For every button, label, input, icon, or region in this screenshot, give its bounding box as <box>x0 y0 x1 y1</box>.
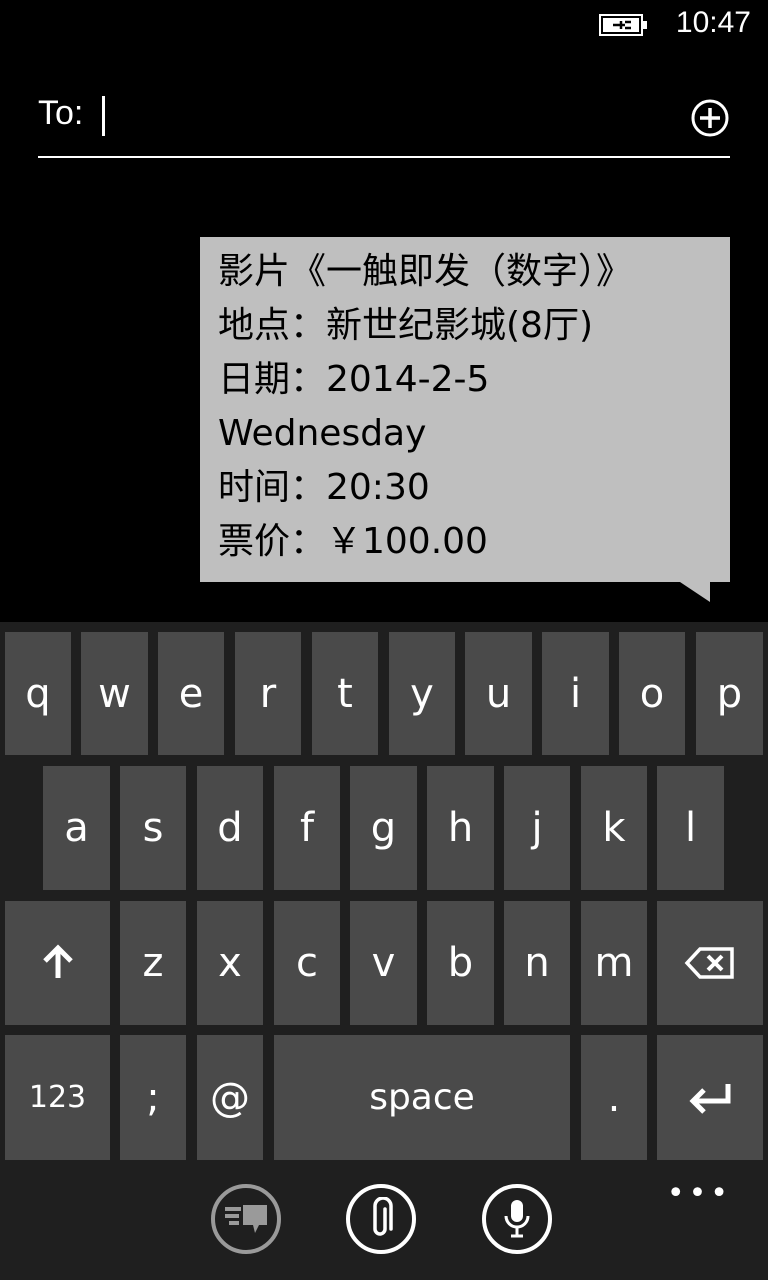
key-z[interactable]: z <box>120 901 186 1025</box>
more-options-button[interactable]: ••• <box>667 1176 732 1211</box>
battery-charging-icon <box>599 14 647 36</box>
message-line-date: 日期：2014-2-5 <box>218 359 490 400</box>
recipient-field-row: To: <box>38 90 730 158</box>
clock: 10:47 <box>675 6 751 39</box>
attach-icon <box>373 1197 393 1236</box>
message-line-location: 地点：新世纪影城(8厅) <box>218 305 593 346</box>
message-line-weekday: Wednesday <box>218 413 427 454</box>
key-c[interactable]: c <box>274 901 340 1025</box>
enter-key[interactable] <box>657 1035 763 1160</box>
key-o[interactable]: o <box>619 632 685 755</box>
numbers-key[interactable]: 123 <box>5 1035 110 1160</box>
message-bubble-tail <box>680 582 710 602</box>
switch-view-icon <box>225 1205 267 1233</box>
key-e[interactable]: e <box>158 632 224 755</box>
message-bubble[interactable]: 影片《一触即发（数字）》 地点：新世纪影城(8厅) 日期：2014-2-5 We… <box>200 237 730 582</box>
message-line-time: 时间：20:30 <box>218 467 430 508</box>
semicolon-key[interactable]: ; <box>120 1035 186 1160</box>
message-line-price: 票价：￥100.00 <box>218 521 488 562</box>
space-key[interactable]: space <box>274 1035 570 1160</box>
attach-button[interactable] <box>346 1184 416 1254</box>
key-w[interactable]: w <box>81 632 148 755</box>
to-label: To: <box>38 94 84 132</box>
keyboard: q w e r t y u i o p a s d f g h j k l z … <box>0 622 768 1168</box>
key-y[interactable]: y <box>389 632 455 755</box>
key-t[interactable]: t <box>312 632 378 755</box>
shift-key[interactable] <box>5 901 110 1025</box>
key-f[interactable]: f <box>274 766 340 890</box>
key-x[interactable]: x <box>197 901 263 1025</box>
key-h[interactable]: h <box>427 766 494 890</box>
at-key[interactable]: @ <box>197 1035 263 1160</box>
key-q[interactable]: q <box>5 632 71 755</box>
key-a[interactable]: a <box>43 766 110 890</box>
voice-button[interactable] <box>482 1184 552 1254</box>
period-key[interactable]: . <box>581 1035 647 1160</box>
key-i[interactable]: i <box>542 632 609 755</box>
enter-icon <box>689 1083 731 1114</box>
key-b[interactable]: b <box>427 901 494 1025</box>
switch-view-button[interactable] <box>211 1184 281 1254</box>
key-p[interactable]: p <box>696 632 763 755</box>
key-k[interactable]: k <box>581 766 647 890</box>
backspace-icon <box>684 947 734 979</box>
recipient-input[interactable] <box>108 90 672 148</box>
key-d[interactable]: d <box>197 766 263 890</box>
status-bar: 10:47 <box>0 0 768 50</box>
key-g[interactable]: g <box>350 766 417 890</box>
backspace-key[interactable] <box>657 901 763 1025</box>
key-m[interactable]: m <box>581 901 647 1025</box>
text-caret <box>102 96 105 136</box>
key-j[interactable]: j <box>504 766 570 890</box>
key-n[interactable]: n <box>504 901 570 1025</box>
shift-arrow-icon <box>42 944 73 978</box>
key-v[interactable]: v <box>350 901 417 1025</box>
microphone-icon <box>504 1200 530 1238</box>
key-r[interactable]: r <box>235 632 301 755</box>
add-contact-icon[interactable] <box>690 98 730 138</box>
key-u[interactable]: u <box>465 632 532 755</box>
key-l[interactable]: l <box>657 766 724 890</box>
message-line-film: 影片《一触即发（数字）》 <box>218 251 633 292</box>
app-bar: ••• <box>0 1168 768 1280</box>
key-s[interactable]: s <box>120 766 186 890</box>
